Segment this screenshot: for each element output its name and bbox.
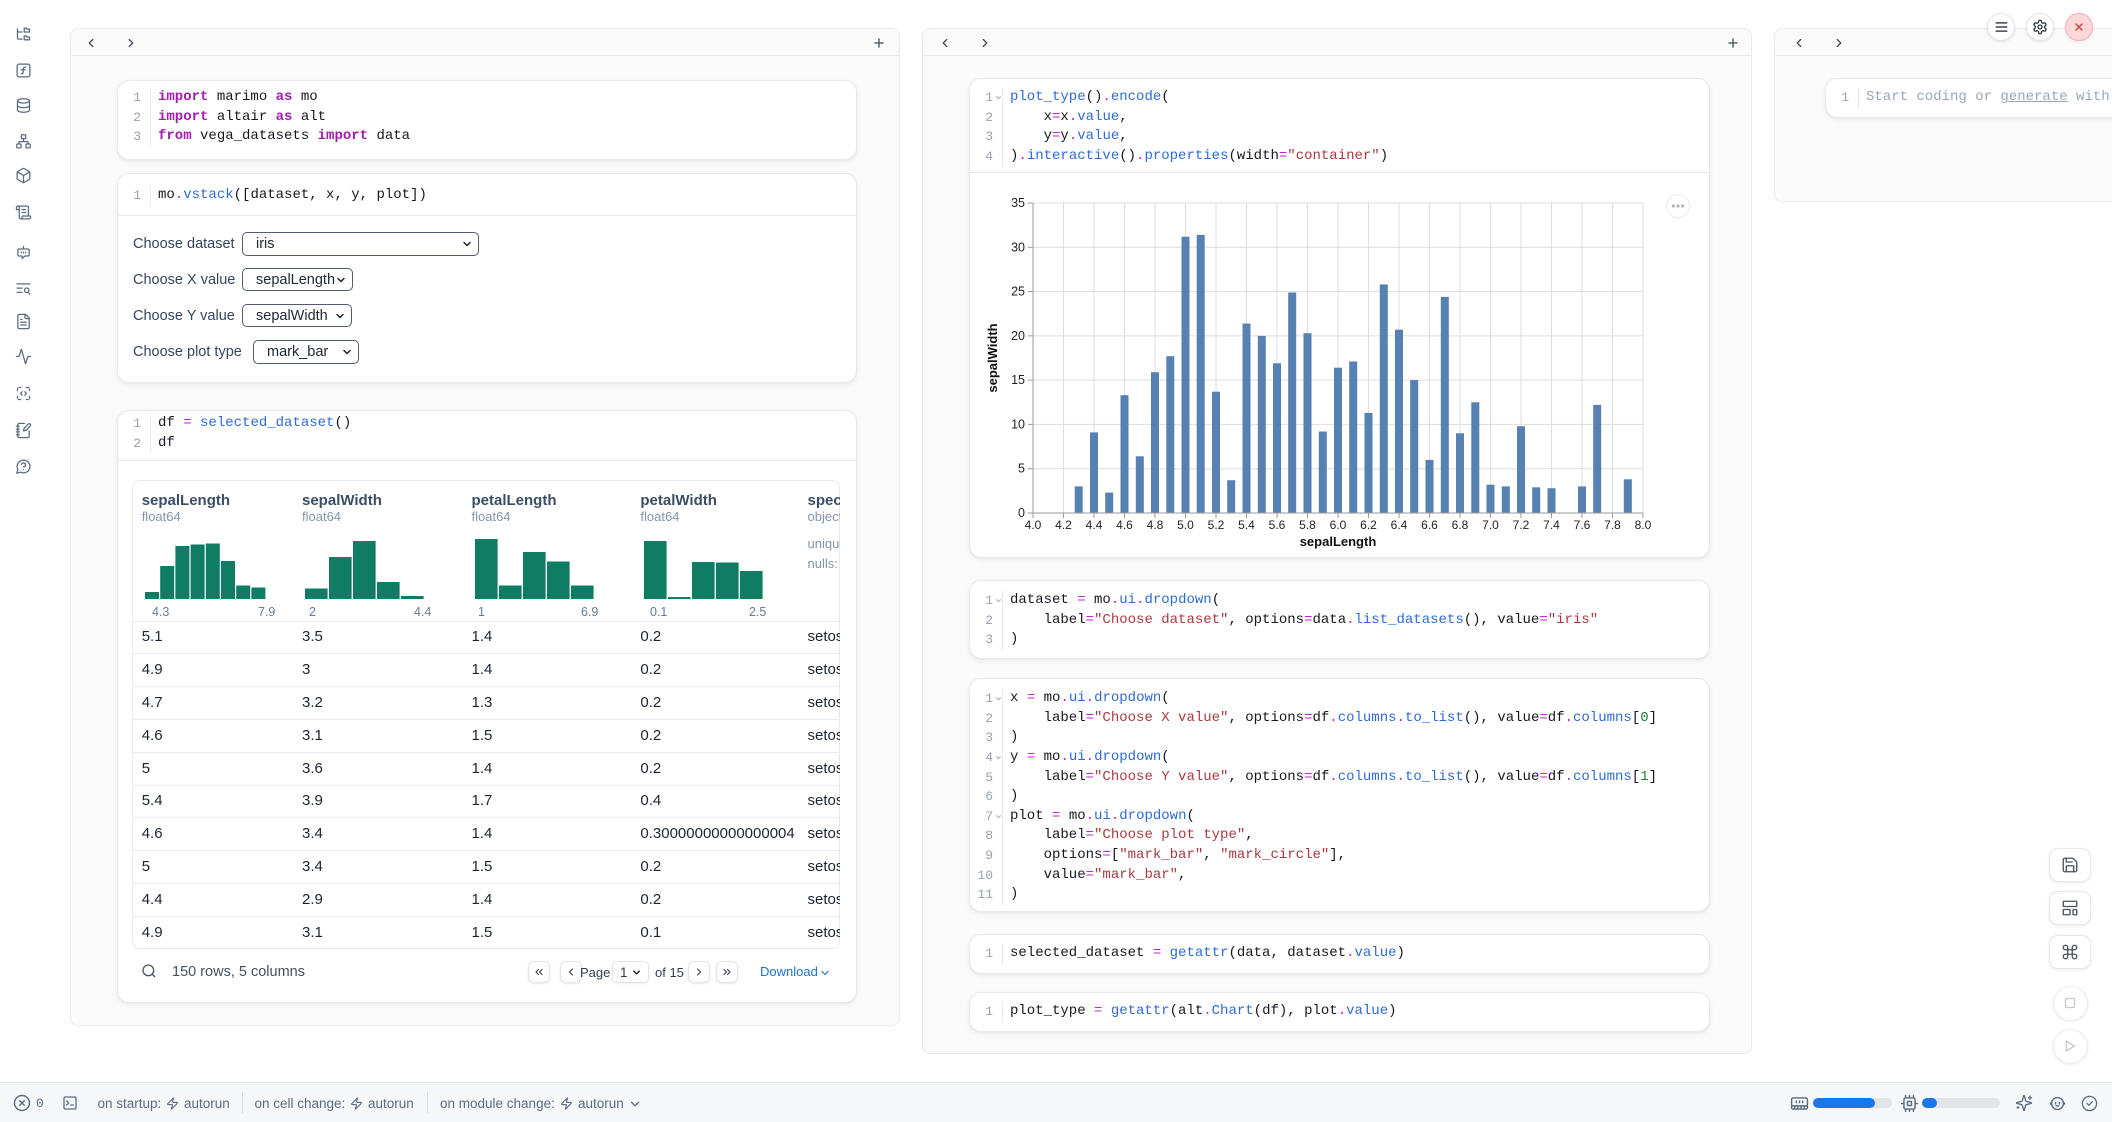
svg-text:6.8: 6.8 (1452, 518, 1469, 532)
svg-text:0: 0 (1018, 506, 1025, 520)
svg-text:sepalLength: sepalLength (1300, 534, 1377, 549)
svg-text:5.4: 5.4 (1238, 518, 1255, 532)
svg-text:6.2: 6.2 (1360, 518, 1377, 532)
svg-text:7.8: 7.8 (1604, 518, 1621, 532)
svg-text:4.2: 4.2 (1055, 518, 1072, 532)
svg-text:6.0: 6.0 (1330, 518, 1347, 532)
svg-text:35: 35 (1011, 196, 1025, 210)
svg-text:6.4: 6.4 (1391, 518, 1408, 532)
svg-text:5.0: 5.0 (1177, 518, 1194, 532)
svg-text:10: 10 (1011, 417, 1025, 431)
svg-text:4.0: 4.0 (1025, 518, 1042, 532)
svg-text:20: 20 (1011, 329, 1025, 343)
svg-text:7.2: 7.2 (1513, 518, 1530, 532)
svg-text:6.6: 6.6 (1421, 518, 1438, 532)
svg-text:25: 25 (1011, 285, 1025, 299)
svg-text:5.8: 5.8 (1299, 518, 1316, 532)
svg-text:5.2: 5.2 (1208, 518, 1225, 532)
svg-text:5.6: 5.6 (1269, 518, 1286, 532)
svg-text:4.4: 4.4 (1086, 518, 1103, 532)
svg-text:8.0: 8.0 (1635, 518, 1652, 532)
svg-text:5: 5 (1018, 462, 1025, 476)
svg-text:30: 30 (1011, 240, 1025, 254)
svg-text:7.0: 7.0 (1482, 518, 1499, 532)
svg-text:7.6: 7.6 (1574, 518, 1591, 532)
svg-text:15: 15 (1011, 373, 1025, 387)
svg-text:4.6: 4.6 (1116, 518, 1133, 532)
svg-text:sepalWidth: sepalWidth (985, 323, 1000, 392)
svg-text:7.4: 7.4 (1543, 518, 1560, 532)
svg-text:4.8: 4.8 (1147, 518, 1164, 532)
